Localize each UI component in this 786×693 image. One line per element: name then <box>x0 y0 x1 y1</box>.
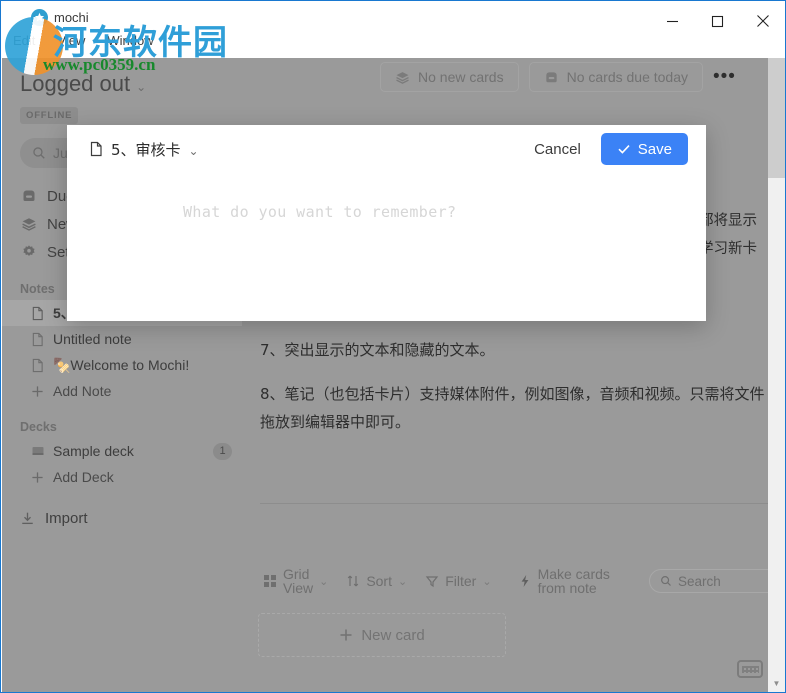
study-toolbar: No new cards No cards due today ••• <box>242 57 785 97</box>
filter-label: Filter <box>445 573 477 589</box>
no-new-cards-button[interactable]: No new cards <box>380 62 519 92</box>
minimize-button[interactable] <box>650 1 695 41</box>
add-deck-button[interactable]: Add Deck <box>2 464 242 490</box>
title-bar: mochi Edit View Window <box>1 1 785 58</box>
add-note-button[interactable]: Add Note <box>2 378 242 404</box>
cancel-button[interactable]: Cancel <box>528 137 587 162</box>
import-button[interactable]: Import <box>2 510 242 527</box>
keyboard-keys <box>741 665 759 673</box>
close-button[interactable] <box>740 1 785 41</box>
list-item[interactable]: Untitled note <box>2 326 242 352</box>
sort-label: Sort <box>366 573 392 589</box>
layers-icon <box>395 70 410 85</box>
editor-placeholder: What do you want to remember? <box>183 203 457 221</box>
deck-icon <box>30 444 45 458</box>
document-icon <box>89 141 103 157</box>
menu-item-edit[interactable]: Edit <box>11 32 37 49</box>
keyboard-icon[interactable] <box>737 660 763 678</box>
save-button[interactable]: Save <box>600 133 688 165</box>
note-body: 7、突出显示的文本和隐藏的文本。 8、笔记（也包括卡片）支持媒体附件，例如图像，… <box>260 336 775 452</box>
new-card-label: New card <box>361 626 425 644</box>
mochi-logo-icon <box>31 9 48 26</box>
more-options-button[interactable]: ••• <box>713 67 736 86</box>
plus-icon <box>339 628 353 642</box>
app-name: mochi <box>54 10 89 25</box>
deck-count-badge: 1 <box>213 442 232 460</box>
chevron-down-icon: ⌄ <box>482 575 492 588</box>
layers-icon <box>20 216 37 232</box>
plus-icon <box>30 385 45 398</box>
deck-title: Sample deck <box>53 443 134 459</box>
search-icon <box>32 146 46 160</box>
dialog-actions: Cancel Save <box>528 133 688 165</box>
inbox-icon <box>20 188 37 204</box>
window-controls <box>650 1 785 41</box>
check-icon <box>617 142 631 156</box>
clipped-line: 学习新卡 <box>699 241 757 257</box>
filter-icon <box>425 574 439 588</box>
gear-icon <box>20 244 37 260</box>
vertical-scrollbar[interactable]: ▲ ▼ <box>768 41 785 692</box>
clipped-line: 都将显示 <box>699 213 757 229</box>
make-cards-label-line1: Make cards <box>537 566 610 582</box>
save-label: Save <box>637 140 672 158</box>
status-badge: OFFLINE <box>20 107 79 124</box>
new-card-button[interactable]: New card <box>258 613 506 657</box>
app-brand: mochi <box>31 9 89 26</box>
no-cards-due-button[interactable]: No cards due today <box>528 62 703 92</box>
scroll-down-arrow[interactable]: ▼ <box>768 675 785 692</box>
cards-toolbar: Grid View ⌄ Sort ⌄ Filter ⌄ Make cards f… <box>256 561 781 601</box>
account-menu[interactable]: Logged out ⌄ <box>2 67 242 101</box>
add-deck-label: Add Deck <box>53 469 114 485</box>
chevron-down-icon: ⌄ <box>398 575 408 588</box>
sort-button[interactable]: Sort ⌄ <box>339 570 414 592</box>
note-editor-dialog: 5、审核卡 ⌄ Cancel Save What do you want to … <box>67 125 706 321</box>
divider <box>260 503 768 504</box>
document-icon <box>30 358 45 373</box>
chevron-down-icon: ⌄ <box>188 144 199 158</box>
list-item[interactable]: Sample deck 1 <box>2 438 242 464</box>
search-icon <box>660 575 672 587</box>
make-cards-from-note-button[interactable]: Make cards from note <box>511 564 617 598</box>
filter-button[interactable]: Filter ⌄ <box>418 570 498 592</box>
menu-bar: Edit View Window <box>11 32 156 49</box>
menu-item-window[interactable]: Window <box>105 32 155 49</box>
chevron-down-icon: ⌄ <box>319 575 329 588</box>
scrollbar-thumb[interactable] <box>768 58 785 178</box>
account-label: Logged out <box>20 71 131 96</box>
inbox-icon <box>544 70 559 85</box>
import-icon <box>20 511 35 526</box>
document-icon <box>30 332 45 347</box>
note-editor-area[interactable]: What do you want to remember? <box>67 189 706 309</box>
application-window: Logged out ⌄ OFFLINE Jump to... Due <box>0 0 786 693</box>
grid-view-button[interactable]: Grid View ⌄ <box>256 564 335 598</box>
grid-view-label-line1: Grid <box>283 566 310 582</box>
cards-search-placeholder: Search <box>678 573 721 589</box>
list-item[interactable]: 🍢Welcome to Mochi! <box>2 352 242 378</box>
grid-view-label-line2: View <box>283 580 314 596</box>
add-note-label: Add Note <box>53 383 112 399</box>
import-label: Import <box>45 510 88 527</box>
grid-icon <box>263 574 277 588</box>
plus-icon <box>30 471 45 484</box>
no-cards-due-label: No cards due today <box>566 69 688 85</box>
dialog-note-title: 5、审核卡 <box>111 140 181 159</box>
lightning-icon <box>518 574 532 588</box>
sort-icon <box>346 574 360 588</box>
document-icon <box>30 306 45 321</box>
chevron-down-icon: ⌄ <box>136 80 147 94</box>
note-title: Untitled note <box>53 331 132 347</box>
cards-search-input[interactable]: Search <box>649 569 781 593</box>
decks-section-label: Decks <box>20 420 57 434</box>
no-new-cards-label: No new cards <box>418 69 504 85</box>
note-title: 🍢Welcome to Mochi! <box>53 356 190 373</box>
note-paragraph: 8、笔记（也包括卡片）支持媒体附件，例如图像，音频和视频。只需将文件拖放到编辑器… <box>260 385 765 431</box>
clipped-note-text: 都将显示 学习新卡 <box>699 207 779 263</box>
menu-item-view[interactable]: View <box>55 32 87 49</box>
dialog-header: 5、审核卡 ⌄ Cancel Save <box>67 125 706 173</box>
note-paragraph: 7、突出显示的文本和隐藏的文本。 <box>260 341 495 359</box>
dialog-note-selector[interactable]: 5、审核卡 ⌄ <box>89 139 199 160</box>
maximize-button[interactable] <box>695 1 740 41</box>
make-cards-label-line2: from note <box>537 580 597 596</box>
